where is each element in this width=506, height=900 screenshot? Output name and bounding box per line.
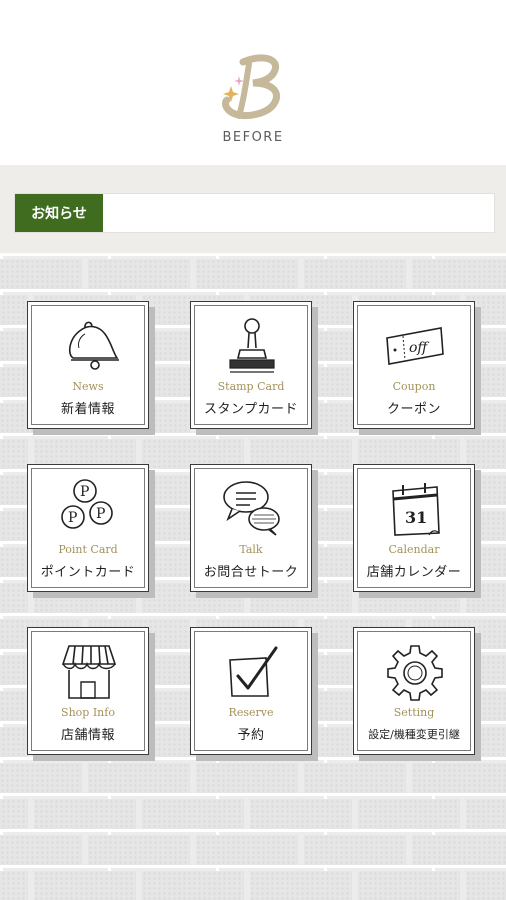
tile-label-en: Coupon (392, 380, 436, 393)
tile-label-jp: 予約 (237, 728, 265, 743)
chat-bubbles-icon (223, 481, 280, 536)
calendar-icon: 31 (392, 483, 440, 536)
tile-label-en: Talk (239, 543, 263, 556)
tile-label-en: Shop Info (61, 706, 115, 719)
shop-icon (61, 645, 117, 699)
tile-label-jp: 店舗情報 (60, 728, 115, 743)
tile-label-en: Setting (393, 706, 435, 719)
menu-tile-shop-info[interactable]: Shop Info 店舗情報 (27, 627, 149, 755)
tile-label-jp: クーポン (386, 402, 441, 417)
gear-icon (387, 645, 443, 701)
tile-label-jp: お問合せトーク (203, 565, 299, 580)
tile-label-en: Stamp Card (217, 380, 285, 393)
tile-label-jp: 設定/機種変更引継 (368, 728, 460, 741)
coupon-off-text: off (409, 340, 429, 356)
stamp-icon (229, 318, 275, 373)
menu-grid: News 新着情報 Stamp Card スタンプカード off Coupon … (0, 0, 506, 900)
bell-icon (68, 321, 119, 370)
tile-label-jp: 店舗カレンダー (366, 565, 462, 580)
menu-tile-news[interactable]: News 新着情報 (27, 301, 149, 429)
coin-letter: P (68, 510, 77, 526)
coin-letter: P (96, 506, 105, 522)
menu-tile-reserve[interactable]: Reserve 予約 (190, 627, 312, 755)
checkbox-icon (229, 646, 278, 697)
tile-label-en: Calendar (388, 543, 440, 556)
calendar-day-number: 31 (405, 508, 427, 527)
tile-label-jp: ポイントカード (40, 565, 136, 580)
tile-label-en: Point Card (58, 543, 118, 556)
coin-letter: P (80, 484, 89, 500)
menu-tile-talk[interactable]: Talk お問合せトーク (190, 464, 312, 592)
menu-tile-stamp-card[interactable]: Stamp Card スタンプカード (190, 301, 312, 429)
menu-tile-calendar[interactable]: 31 Calendar 店舗カレンダー (353, 464, 475, 592)
tile-label-jp: スタンプカード (203, 402, 299, 417)
menu-tile-coupon[interactable]: off Coupon クーポン (353, 301, 475, 429)
tile-label-en: News (72, 380, 104, 393)
menu-tile-point-card[interactable]: P P P Point Card ポイントカード (27, 464, 149, 592)
tile-label-en: Reserve (228, 706, 274, 719)
menu-tile-setting[interactable]: Setting 設定/機種変更引継 (353, 627, 475, 755)
point-coins-icon: P P P (61, 479, 113, 529)
coupon-icon: off (386, 327, 444, 365)
tile-label-jp: 新着情報 (60, 402, 115, 417)
